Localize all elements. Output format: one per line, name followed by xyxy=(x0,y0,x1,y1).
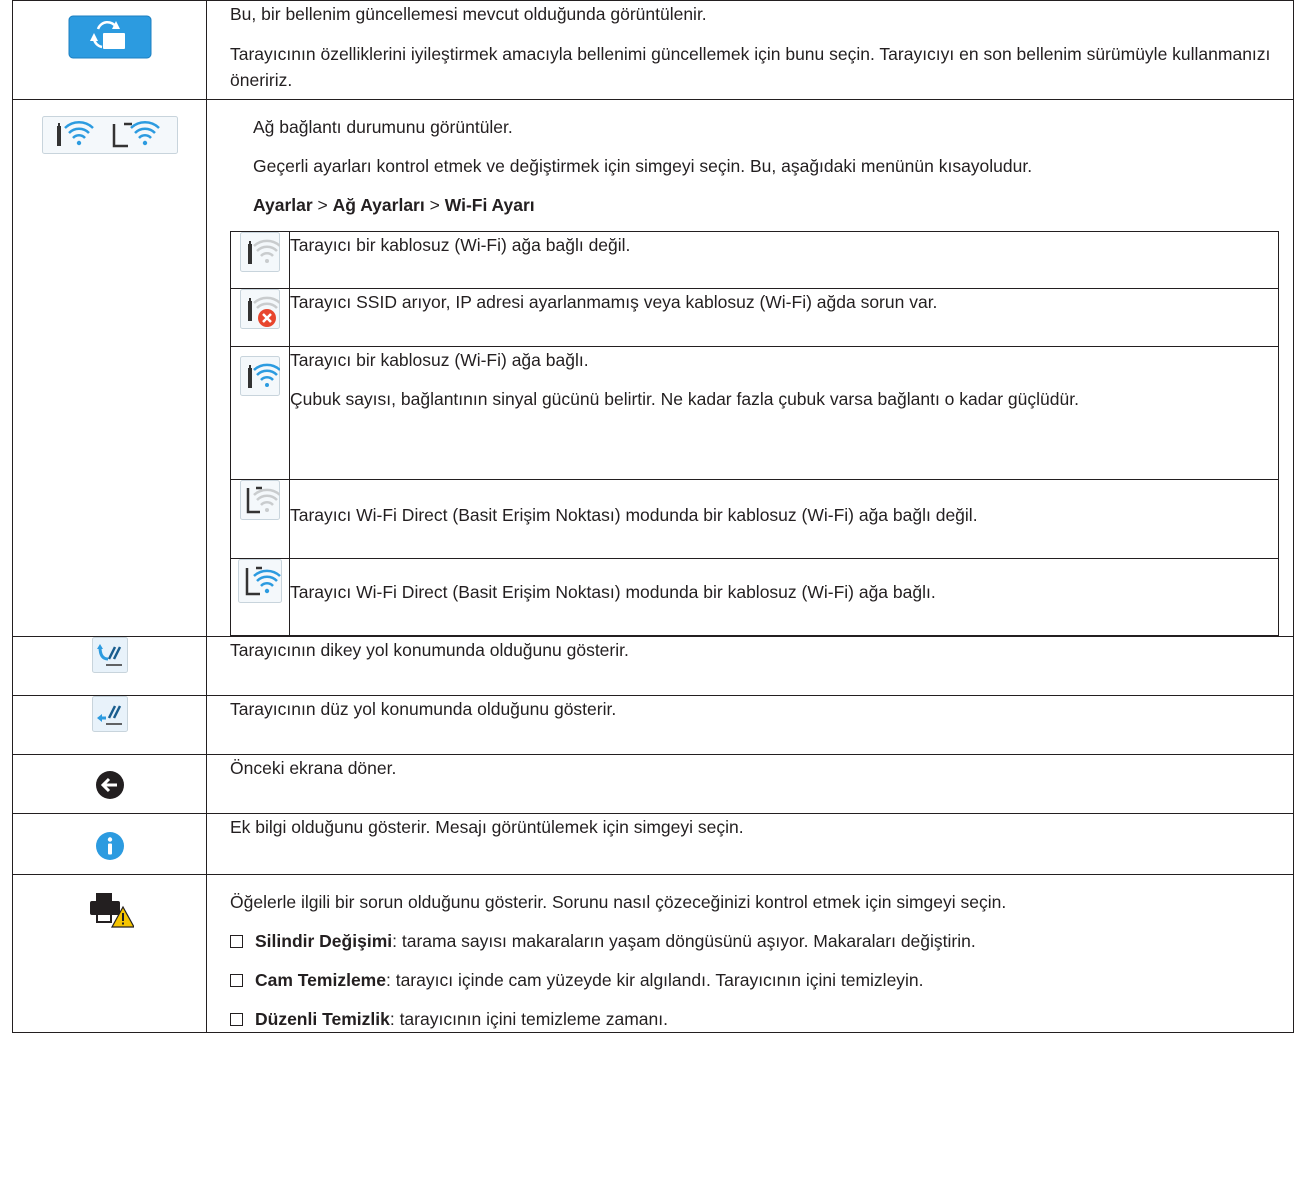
item-desc: : tarayıcı içinde cam yüzeyde kir algıla… xyxy=(385,970,924,990)
network-line1: Ağ bağlantı durumunu görüntüler. xyxy=(253,117,513,137)
vertical-path-icon-cell xyxy=(12,636,207,696)
wifi-error-icon xyxy=(240,289,281,329)
info-icon xyxy=(95,832,124,860)
state-row: Tarayıcı bir kablosuz (Wi-Fi) ağa bağlı.… xyxy=(230,346,1279,480)
item-term: Düzenli Temizlik xyxy=(255,1009,390,1029)
vertical-path-text-cell: Tarayıcının dikey yol konumunda olduğunu… xyxy=(206,636,1294,696)
info-text: Ek bilgi olduğunu gösterir. Mesajı görün… xyxy=(230,817,744,837)
state-text: Tarayıcı Wi-Fi Direct (Basit Erişim Nokt… xyxy=(290,505,978,525)
state-icon-cell xyxy=(230,558,290,636)
list-item: Cam Temizleme: tarayıcı içinde cam yüzey… xyxy=(230,967,1279,993)
network-line2: Geçerli ayarları kontrol etmek ve değişt… xyxy=(253,156,1033,176)
menu-path-3: Wi-Fi Ayarı xyxy=(444,195,535,215)
bullet-icon xyxy=(230,974,243,987)
item-term: Cam Temizleme xyxy=(255,970,386,990)
icon-reference-table: Bu, bir bellenim güncellemesi mevcut old… xyxy=(12,0,1294,1033)
bullet-icon xyxy=(230,935,243,948)
state-text-cell: Tarayıcı Wi-Fi Direct (Basit Erişim Nokt… xyxy=(289,558,1279,636)
network-row: Ağ bağlantı durumunu görüntüler. Geçerli… xyxy=(12,99,1294,637)
item-term: Silindir Değişimi xyxy=(255,931,393,951)
problem-items: Silindir Değişimi: tarama sayısı makaral… xyxy=(230,928,1279,1032)
wifi-direct-connected-icon xyxy=(238,559,282,603)
info-text-cell: Ek bilgi olduğunu gösterir. Mesajı görün… xyxy=(206,813,1294,875)
list-item: Düzenli Temizlik: tarayıcının içini temi… xyxy=(230,1006,1279,1032)
state-text-cell: Tarayıcı Wi-Fi Direct (Basit Erişim Nokt… xyxy=(289,479,1279,559)
item-desc: : tarama sayısı makaraların yaşam döngüs… xyxy=(392,931,976,951)
network-description: Ağ bağlantı durumunu görüntüler. Geçerli… xyxy=(230,100,1279,231)
state-row: Tarayıcı bir kablosuz (Wi-Fi) ağa bağlı … xyxy=(230,231,1279,289)
back-text: Önceki ekrana döner. xyxy=(230,758,397,778)
straight-path-icon-cell xyxy=(12,695,207,755)
state-text-cell: Tarayıcı SSID arıyor, IP adresi ayarlanm… xyxy=(289,288,1279,347)
item-desc: : tarayıcının içini temizleme zamanı. xyxy=(389,1009,668,1029)
vertical-path-icon xyxy=(91,637,128,673)
state-text-cell: Tarayıcı bir kablosuz (Wi-Fi) ağa bağlı.… xyxy=(289,346,1279,480)
firmware-update-icon xyxy=(68,15,151,59)
state-text-extra: Çubuk sayısı, bağlantının sinyal gücünü … xyxy=(290,389,1079,409)
firmware-line2: Tarayıcının özelliklerini iyileştirmek a… xyxy=(230,44,1271,90)
firmware-row: Bu, bir bellenim güncellemesi mevcut old… xyxy=(12,0,1294,100)
state-icon-cell xyxy=(230,231,290,289)
vertical-path-row: Tarayıcının dikey yol konumunda olduğunu… xyxy=(12,636,1294,696)
back-row: Önceki ekrana döner. xyxy=(12,754,1294,814)
straight-path-text: Tarayıcının düz yol konumunda olduğunu g… xyxy=(230,699,617,719)
back-icon-cell xyxy=(12,754,207,814)
back-text-cell: Önceki ekrana döner. xyxy=(206,754,1294,814)
state-row: Tarayıcı SSID arıyor, IP adresi ayarlanm… xyxy=(230,288,1279,347)
straight-path-icon xyxy=(91,696,128,732)
menu-path-sep-2: > xyxy=(429,195,440,215)
straight-path-text-cell: Tarayıcının düz yol konumunda olduğunu g… xyxy=(206,695,1294,755)
state-text: Tarayıcı Wi-Fi Direct (Basit Erişim Nokt… xyxy=(290,582,936,602)
firmware-line1: Bu, bir bellenim güncellemesi mevcut old… xyxy=(230,4,707,24)
menu-path: Ayarlar > Ağ Ayarları > Wi-Fi Ayarı xyxy=(253,192,1265,218)
state-text: Tarayıcı bir kablosuz (Wi-Fi) ağa bağlı … xyxy=(290,235,631,255)
straight-path-row: Tarayıcının düz yol konumunda olduğunu g… xyxy=(12,695,1294,755)
problem-icon-cell xyxy=(12,874,207,1033)
problem-line1: Öğelerle ilgili bir sorun olduğunu göste… xyxy=(230,892,1007,912)
firmware-icon-cell xyxy=(12,0,207,100)
network-status-icons xyxy=(41,116,178,154)
state-text: Tarayıcı bir kablosuz (Wi-Fi) ağa bağlı. xyxy=(290,350,589,370)
state-icon-cell xyxy=(230,346,290,480)
network-text-cell: Ağ bağlantı durumunu görüntüler. Geçerli… xyxy=(206,99,1294,637)
menu-path-2: Ağ Ayarları xyxy=(332,195,425,215)
menu-path-1: Ayarlar xyxy=(253,195,313,215)
back-arrow-icon xyxy=(95,771,124,799)
wifi-disconnected-icon xyxy=(240,232,281,272)
menu-path-sep-1: > xyxy=(317,195,328,215)
state-row: Tarayıcı Wi-Fi Direct (Basit Erişim Nokt… xyxy=(230,479,1279,559)
bullet-icon xyxy=(230,1013,243,1026)
state-icon-cell xyxy=(230,288,290,347)
network-icon-cell xyxy=(12,99,207,637)
state-icon-cell xyxy=(230,479,290,559)
list-item: Silindir Değişimi: tarama sayısı makaral… xyxy=(230,928,1279,954)
wifi-direct-disconnected-icon xyxy=(240,480,281,520)
info-row: Ek bilgi olduğunu gösterir. Mesajı görün… xyxy=(12,813,1294,875)
vertical-path-text: Tarayıcının dikey yol konumunda olduğunu… xyxy=(230,640,629,660)
firmware-text-cell: Bu, bir bellenim güncellemesi mevcut old… xyxy=(206,0,1294,100)
state-text-cell: Tarayıcı bir kablosuz (Wi-Fi) ağa bağlı … xyxy=(289,231,1279,289)
state-text: Tarayıcı SSID arıyor, IP adresi ayarlanm… xyxy=(290,292,938,312)
problem-text-cell: Öğelerle ilgili bir sorun olduğunu göste… xyxy=(206,874,1294,1033)
network-states-table: Tarayıcı bir kablosuz (Wi-Fi) ağa bağlı … xyxy=(230,231,1279,636)
printer-warning-icon xyxy=(89,893,135,928)
info-icon-cell xyxy=(12,813,207,875)
state-row: Tarayıcı Wi-Fi Direct (Basit Erişim Nokt… xyxy=(230,558,1279,636)
problem-row: Öğelerle ilgili bir sorun olduğunu göste… xyxy=(12,874,1294,1033)
wifi-connected-icon xyxy=(240,356,281,396)
